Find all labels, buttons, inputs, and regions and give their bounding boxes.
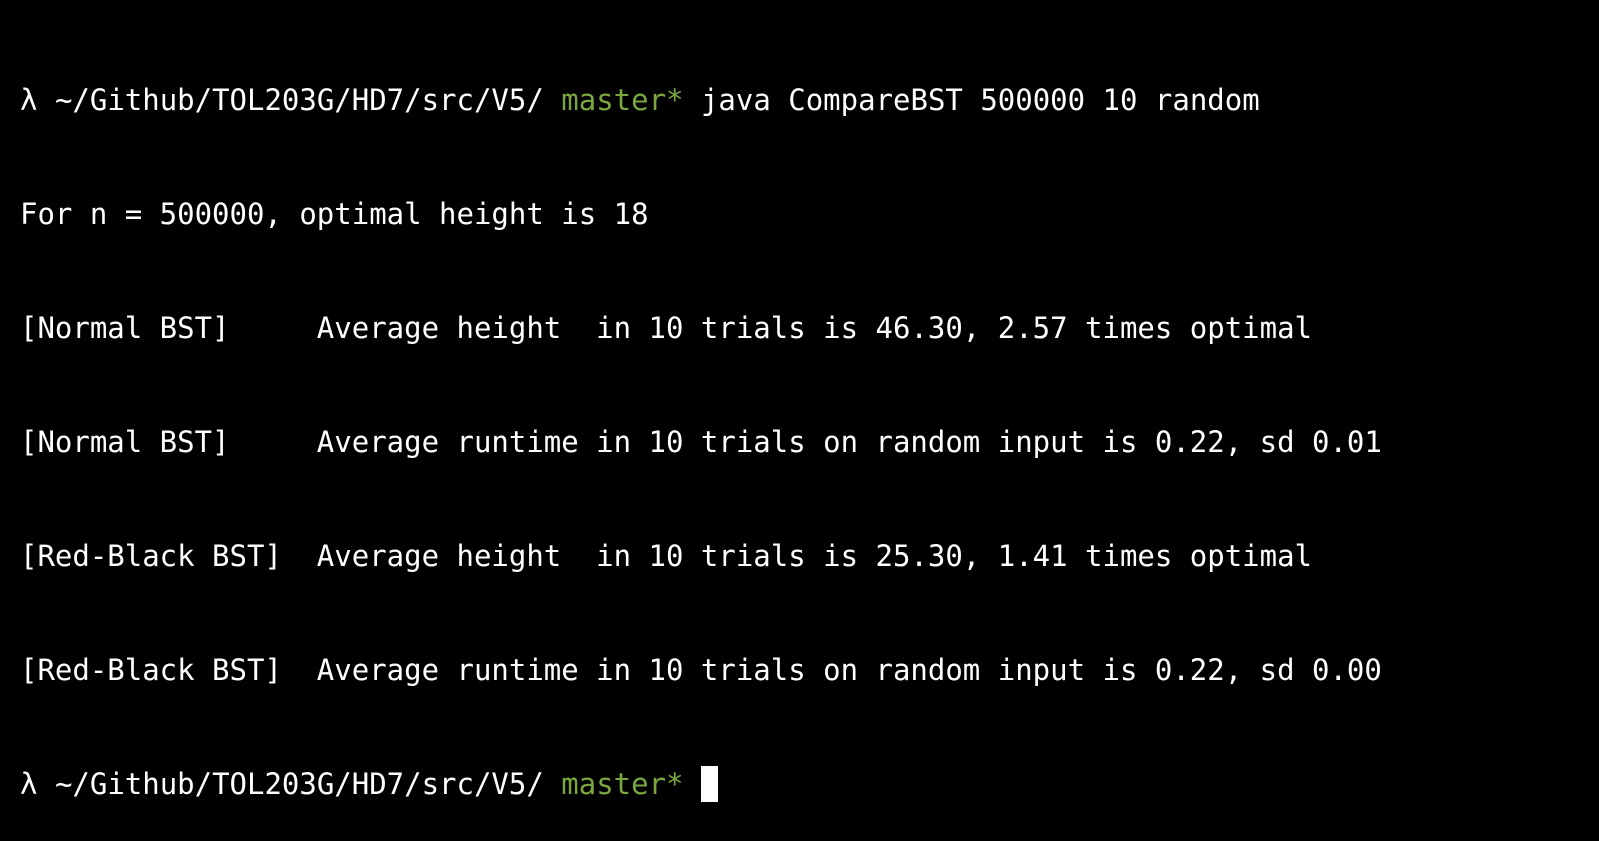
text-cursor[interactable] — [700, 766, 718, 802]
command-line: λ ~/Github/TOL203G/HD7/src/V5/ master* j… — [20, 81, 1599, 119]
prompt-symbol: λ — [20, 767, 38, 801]
output-line: For n = 500000, optimal height is 18 — [20, 197, 649, 231]
current-prompt-line[interactable]: λ ~/Github/TOL203G/HD7/src/V5/ master* — [20, 765, 1599, 803]
prompt-symbol: λ — [20, 83, 38, 117]
output-line: [Normal BST] Average runtime in 10 trial… — [20, 425, 1382, 459]
prompt-path: ~/Github/TOL203G/HD7/src/V5/ — [54, 83, 544, 117]
output-line: [Normal BST] Average height in 10 trials… — [20, 311, 1313, 345]
git-branch: master* — [561, 83, 684, 117]
prompt-path: ~/Github/TOL203G/HD7/src/V5/ — [54, 767, 544, 801]
output-line: [Red-Black BST] Average runtime in 10 tr… — [20, 653, 1382, 687]
git-branch: master* — [561, 767, 684, 801]
output-line: [Red-Black BST] Average height in 10 tri… — [20, 539, 1313, 573]
command-text: java CompareBST 500000 10 random — [700, 83, 1260, 117]
terminal-window[interactable]: λ ~/Github/TOL203G/HD7/src/V5/ master* j… — [0, 0, 1599, 802]
